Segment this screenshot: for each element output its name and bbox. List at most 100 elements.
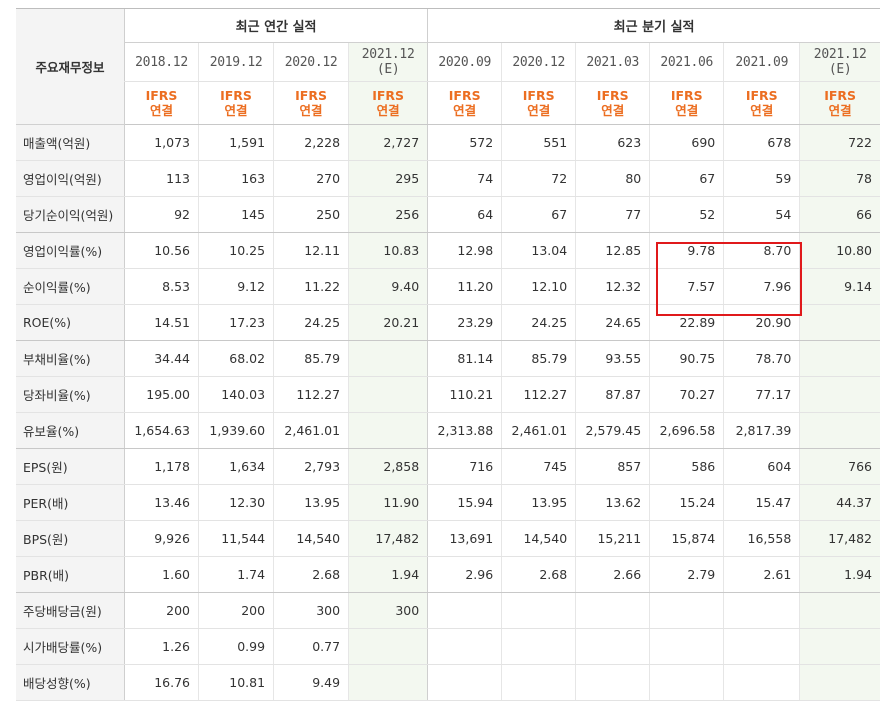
value-cell xyxy=(501,664,576,701)
table-row: PBR(배) 1.60 1.74 2.68 1.94 2.96 2.68 2.66 2.79 2.… xyxy=(16,556,880,593)
value-cell: 1.94 xyxy=(799,556,880,593)
value-cell: 12.98 xyxy=(427,232,502,269)
value-cell: 2.68 xyxy=(273,556,349,593)
value-cell: 17,482 xyxy=(799,520,880,557)
value-cell: 14,540 xyxy=(501,520,576,557)
value-cell: 295 xyxy=(348,160,428,197)
value-cell xyxy=(348,412,428,449)
standard-label: IFRS xyxy=(145,88,178,103)
table-row: 시가배당률(%) 1.26 0.99 0.77 xyxy=(16,628,880,665)
period-label: 2020.09 xyxy=(438,54,492,70)
period-header: 2021.12 (E) xyxy=(348,42,428,82)
value-cell: 9.78 xyxy=(649,232,724,269)
value-cell xyxy=(799,592,880,629)
accounting-standard-header: IFRS 연결 xyxy=(427,81,502,125)
row-label: 주당배당금(원) xyxy=(16,592,125,629)
accounting-standard-header: IFRS 연결 xyxy=(575,81,650,125)
value-cell: 24.25 xyxy=(273,304,349,341)
period-header: 2018.12 xyxy=(123,42,199,82)
value-cell: 10.83 xyxy=(348,232,428,269)
value-cell: 15,211 xyxy=(575,520,650,557)
value-cell xyxy=(799,304,880,341)
table-row: 배당성향(%) 16.76 10.81 9.49 xyxy=(16,664,880,701)
financial-summary-table: 주요재무정보 최근 연간 실적 최근 분기 실적 2018.12 2019.12 2… xyxy=(16,8,880,701)
value-cell xyxy=(575,592,650,629)
standard-label: IFRS xyxy=(295,88,327,103)
value-cell: 9,926 xyxy=(123,520,199,557)
consolidation-label: 연결 xyxy=(527,103,551,118)
consolidation-label: 연결 xyxy=(299,103,323,118)
value-cell: 54 xyxy=(723,196,800,233)
standard-label: IFRS xyxy=(372,88,405,103)
value-cell: 1,654.63 xyxy=(123,412,199,449)
period-header: 2020.09 xyxy=(427,42,502,82)
value-cell: 586 xyxy=(649,448,724,485)
value-cell: 11.90 xyxy=(348,484,428,521)
value-cell: 90.75 xyxy=(649,340,724,377)
consolidation-label: 연결 xyxy=(150,103,174,118)
value-cell: 67 xyxy=(649,160,724,197)
value-cell: 72 xyxy=(501,160,576,197)
consolidation-label: 연결 xyxy=(376,103,400,118)
value-cell: 66 xyxy=(799,196,880,233)
period-label: 2020.12 xyxy=(284,54,338,70)
value-cell: 13,691 xyxy=(427,520,502,557)
period-header: 2021.06 xyxy=(649,42,724,82)
value-cell: 2.61 xyxy=(723,556,800,593)
value-cell: 10.25 xyxy=(198,232,274,269)
value-cell: 2.79 xyxy=(649,556,724,593)
value-cell: 13.04 xyxy=(501,232,576,269)
period-label: 2021.06 xyxy=(660,54,714,70)
value-cell xyxy=(799,412,880,449)
value-cell: 34.44 xyxy=(123,340,199,377)
value-cell: 20.21 xyxy=(348,304,428,341)
value-cell: 1,178 xyxy=(123,448,199,485)
value-cell: 85.79 xyxy=(501,340,576,377)
standard-label: IFRS xyxy=(522,88,555,103)
value-cell: 1,939.60 xyxy=(198,412,274,449)
value-cell: 8.70 xyxy=(723,232,800,269)
value-cell: 64 xyxy=(427,196,502,233)
value-cell: 256 xyxy=(348,196,428,233)
value-cell: 10.80 xyxy=(799,232,880,269)
period-header: 2019.12 xyxy=(198,42,274,82)
value-cell: 11,544 xyxy=(198,520,274,557)
table-row: 당좌비율(%) 195.00 140.03 112.27 110.21 112.27 87.… xyxy=(16,376,880,413)
value-cell: 12.85 xyxy=(575,232,650,269)
value-cell: 1.74 xyxy=(198,556,274,593)
value-cell: 623 xyxy=(575,124,650,161)
value-cell: 195.00 xyxy=(123,376,199,413)
value-cell: 16,558 xyxy=(723,520,800,557)
value-cell: 12.30 xyxy=(198,484,274,521)
value-cell: 9.14 xyxy=(799,268,880,305)
annual-results-header: 최근 연간 실적 xyxy=(123,8,428,43)
value-cell: 300 xyxy=(273,592,349,629)
consolidation-label: 연결 xyxy=(601,103,625,118)
value-cell: 68.02 xyxy=(198,340,274,377)
value-cell: 1,634 xyxy=(198,448,274,485)
accounting-standard-header: IFRS 연결 xyxy=(501,81,576,125)
value-cell xyxy=(348,340,428,377)
value-cell xyxy=(649,628,724,665)
value-cell xyxy=(649,664,724,701)
value-cell: 52 xyxy=(649,196,724,233)
value-cell: 2,696.58 xyxy=(649,412,724,449)
value-cell: 15.47 xyxy=(723,484,800,521)
value-cell xyxy=(427,592,502,629)
table-row: PER(배) 13.46 12.30 13.95 11.90 15.94 13.95 13.6… xyxy=(16,484,880,521)
value-cell: 24.25 xyxy=(501,304,576,341)
accounting-standard-header: IFRS 연결 xyxy=(649,81,724,125)
value-cell: 722 xyxy=(799,124,880,161)
value-cell: 15,874 xyxy=(649,520,724,557)
accounting-standard-header: IFRS 연결 xyxy=(198,81,274,125)
value-cell xyxy=(649,592,724,629)
row-label: ROE(%) xyxy=(16,304,125,341)
value-cell: 140.03 xyxy=(198,376,274,413)
standard-label: IFRS xyxy=(745,88,778,103)
value-cell: 11.22 xyxy=(273,268,349,305)
value-cell: 78 xyxy=(799,160,880,197)
value-cell: 551 xyxy=(501,124,576,161)
value-cell: 113 xyxy=(123,160,199,197)
value-cell xyxy=(799,664,880,701)
value-cell: 80 xyxy=(575,160,650,197)
